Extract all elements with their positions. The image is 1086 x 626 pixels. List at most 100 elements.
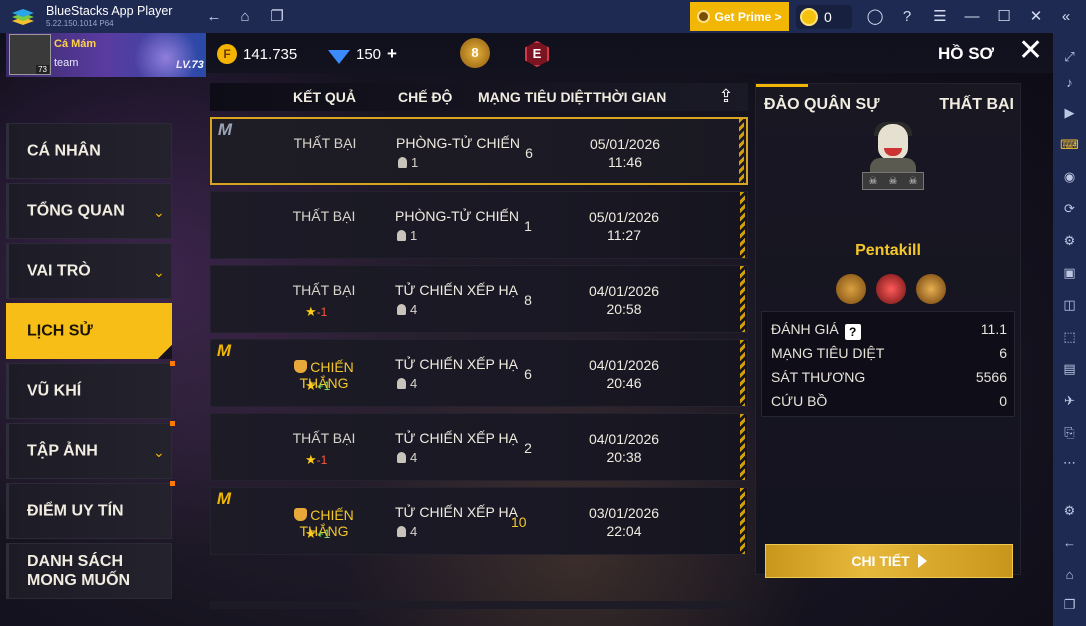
folder-icon[interactable]: ▤ [1060,359,1079,378]
nav-danh-sach-mong-muon[interactable]: DANH SÁCH MONG MUỐN [6,543,172,599]
table-row[interactable]: M THẤT BẠI PHÒNG-TỬ CHIẾN 1 6 05/01/2026… [210,117,748,185]
coin-counter[interactable]: 0 [796,5,852,29]
nav-vu-khi[interactable]: VŨ KHÍ [6,361,175,419]
row-time: 22:04 [606,523,642,539]
mvp-icon: M [216,489,232,508]
help-icon[interactable]: ? [844,324,861,340]
profile-banner[interactable]: 73 Cá Mám team LV.73 [6,33,206,77]
map-name: ĐẢO QUÂN SỰ [764,96,880,113]
trophy-icon [294,508,308,521]
nav-ca-nhan[interactable]: CÁ NHÂN [6,123,172,179]
gold-coin-icon: F [217,44,237,64]
multi-instance-icon[interactable]: ❐ [268,8,286,26]
get-prime-button[interactable]: Get Prime > [690,2,789,31]
gold-amount: 141.735 [243,45,298,63]
volume-icon[interactable]: ♪ [1060,73,1079,92]
row-players: 4 [397,524,417,539]
detail-button[interactable]: CHI TIẾT [765,544,1013,578]
copy-icon[interactable]: ⎘ [1060,423,1079,442]
nav-tong-quan[interactable]: TỔNG QUAN ⌄ [6,183,172,239]
row-kills: 8 [524,292,532,308]
stat-rating: ĐÁNH GIÁ? 11.1 [771,321,1007,341]
row-stripe [740,340,745,406]
notification-dot [170,361,175,366]
row-datetime: 03/01/2026 22:04 [579,504,669,540]
row-star-change: ★-1 [305,304,327,320]
keyboard-icon[interactable]: ⌨ [1060,135,1079,154]
airplane-icon[interactable]: ✈ [1060,391,1079,410]
character-avatar: ☠ ☠ ☠ [862,122,924,190]
settings-icon[interactable]: ⚙ [1060,501,1079,520]
home-nav-icon[interactable]: ⌂ [1060,565,1079,584]
star-delta: +1 [316,527,331,541]
close-icon[interactable]: ✕ [1018,36,1043,66]
star-icon: ★ [305,526,317,541]
nav-vai-tro[interactable]: VAI TRÒ ⌄ [6,243,172,299]
row-stripe [740,414,745,480]
stat-label: SÁT THƯƠNG [771,369,866,385]
media-icon[interactable]: ▶ [1060,103,1079,122]
diamond-currency[interactable]: 150 + [328,44,397,64]
nav-tap-anh[interactable]: TẬP ẢNH ⌄ [6,421,175,479]
recents-icon[interactable]: ❐ [1060,595,1079,614]
star-icon: ★ [305,378,317,393]
row-time: 20:38 [606,449,642,465]
app-version: 5.22.150.1014 P64 [46,19,114,28]
table-row[interactable]: THẤT BẠI ★-1 TỬ CHIẾN XẾP HẠ 4 2 04/01/2… [210,413,748,481]
chevron-down-icon: ⌄ [153,264,165,280]
row-datetime: 04/01/2026 20:46 [579,356,669,392]
row-time: 11:27 [607,227,641,243]
row-players: 1 [397,228,417,243]
avatar[interactable]: 73 [9,34,51,75]
home-icon[interactable]: ⌂ [236,8,254,26]
col-kills: MẠNG TIÊU DIỆT [478,89,593,105]
help-icon[interactable]: ? [898,8,916,26]
next-row-peek [210,601,748,609]
col-time: THỜI GIAN [593,89,667,105]
player-icon [397,230,406,241]
share-icon[interactable]: ⇪ [713,84,739,108]
screenshot-icon[interactable]: ◫ [1060,295,1079,314]
more-icon[interactable]: ⋯ [1060,453,1079,472]
table-row[interactable]: M CHIẾN THẮNG ★+1 TỬ CHIẾN XẾP HẠ 4 10 0… [210,487,748,555]
close-window-icon[interactable]: ✕ [1027,8,1045,26]
record-icon[interactable]: ◉ [1060,167,1079,186]
nav-diem-uy-tin[interactable]: ĐIỂM UY TÍN [6,481,175,539]
row-players: 4 [397,376,417,391]
star-delta: -1 [316,453,328,467]
resize-icon[interactable]: ⬚ [1060,327,1079,346]
macro-icon[interactable]: ⟳ [1060,199,1079,218]
back-icon[interactable]: ← [1060,533,1079,552]
back-arrow-icon[interactable]: ← [205,8,223,26]
stat-label: CỨU BỒ [771,393,828,409]
table-row[interactable]: M CHIẾN THẮNG ★+1 TỬ CHIẾN XẾP HẠ 4 6 04… [210,339,748,407]
nav-lich-su[interactable]: LỊCH SỬ [6,303,172,359]
account-icon[interactable]: ◯ [866,8,884,26]
table-row[interactable]: THẤT BẠI ★-1 TỬ CHIẾN XẾP HẠ 4 8 04/01/2… [210,265,748,333]
prime-icon [697,10,711,23]
gold-currency: F 141.735 [217,44,297,64]
nav-label: ĐIỂM UY TÍN [27,502,124,520]
notification-dot [170,481,175,486]
menu-icon[interactable]: ☰ [931,8,949,26]
row-time: 11:46 [608,154,642,170]
stat-label: ĐÁNH GIÁ [771,321,839,337]
minimize-icon[interactable]: — [963,8,981,26]
stat-value: 6 [999,345,1007,361]
table-row[interactable]: THẤT BẠI PHÒNG-TỬ CHIẾN 1 1 05/01/2026 11… [210,191,748,259]
apk-icon[interactable]: ▣ [1060,263,1079,282]
fullscreen-icon[interactable]: ⤢ [1060,47,1079,66]
stats-box: ĐÁNH GIÁ? 11.1 MẠNG TIÊU DIỆT 6 SÁT THƯƠNG… [761,311,1015,417]
gamepad-icon[interactable]: ⚙ [1060,231,1079,250]
row-mode: TỬ CHIẾN XẾP HẠ [395,430,518,446]
character-title: Pentakill [855,242,921,259]
collapse-sidebar-icon[interactable]: « [1057,8,1075,26]
add-diamond-icon[interactable]: + [387,44,397,64]
diamond-icon [328,50,350,64]
row-star-change: ★+1 [305,378,330,394]
maximize-icon[interactable]: ☐ [995,8,1013,26]
nav-label: DANH SÁCH MONG MUỐN [27,553,131,589]
rank-badge[interactable]: 8 [460,38,490,68]
mvp-icon: M [216,341,232,360]
stat-kills: MẠNG TIÊU DIỆT 6 [771,345,1007,365]
